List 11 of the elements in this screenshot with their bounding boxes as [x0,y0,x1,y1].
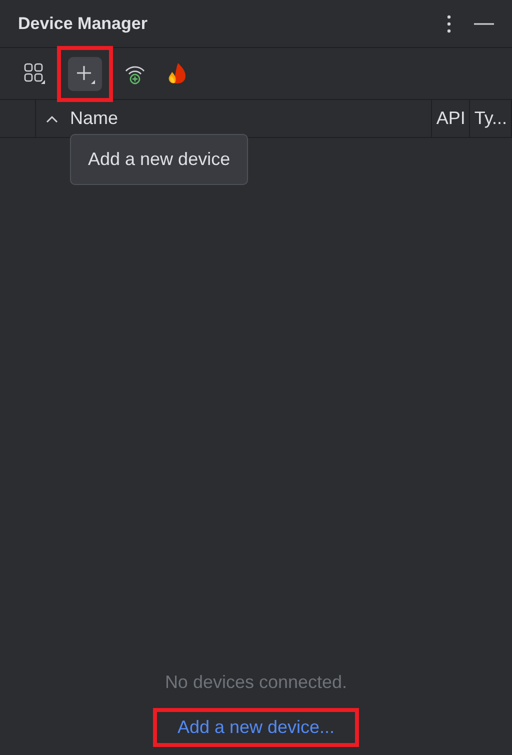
column-header[interactable]: Ty... [470,100,512,137]
tooltip: Add a new device [70,134,248,185]
sort-up-icon [46,114,58,122]
grid-icon [24,62,46,84]
window-title: Device Manager [18,12,148,35]
more-options-icon[interactable] [446,14,452,32]
flame-icon [166,62,188,86]
empty-message: No devices connected. [164,671,348,694]
minimize-icon[interactable] [474,22,494,26]
column-header[interactable]: API [432,100,470,137]
toolbar-button[interactable] [68,56,102,90]
